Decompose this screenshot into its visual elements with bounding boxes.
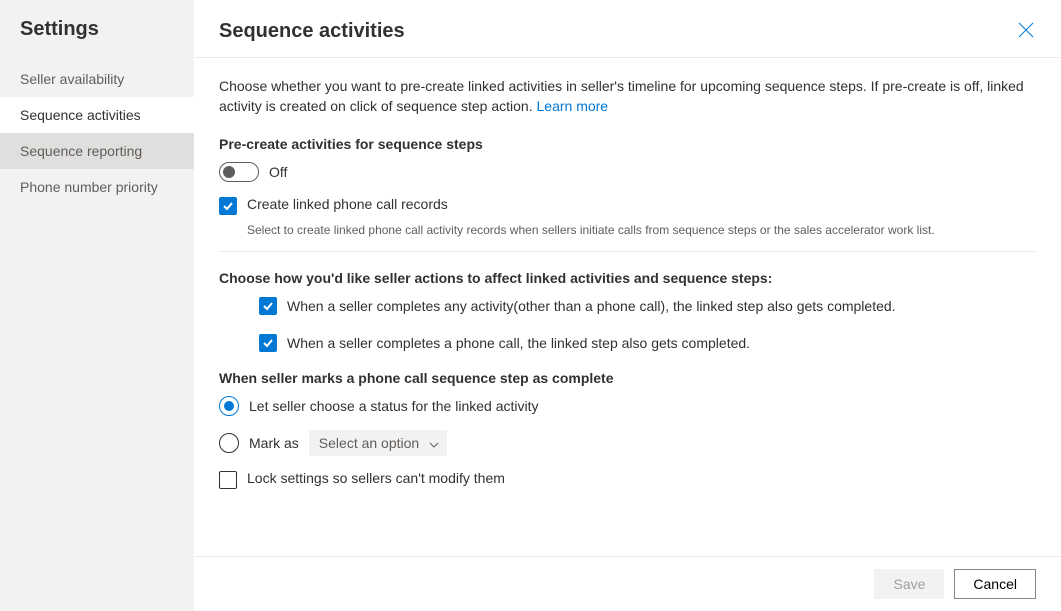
precreate-title: Pre-create activities for sequence steps xyxy=(219,136,1036,152)
choose-cb1-label: When a seller completes any activity(oth… xyxy=(287,298,896,314)
mark-as-select-placeholder: Select an option xyxy=(319,435,419,451)
radio-mark-as[interactable] xyxy=(219,433,239,453)
lock-settings-row: Lock settings so sellers can't modify th… xyxy=(219,470,1036,489)
radio-dot xyxy=(224,401,234,411)
cancel-button[interactable]: Cancel xyxy=(954,569,1036,599)
precreate-toggle-row: Off xyxy=(219,162,1036,182)
save-button[interactable]: Save xyxy=(874,569,944,599)
sidebar-item-phone-number-priority[interactable]: Phone number priority xyxy=(0,169,194,205)
sidebar-item-sequence-activities[interactable]: Sequence activities xyxy=(0,97,194,133)
sidebar: Settings Seller availability Sequence ac… xyxy=(0,0,194,611)
intro-body: Choose whether you want to pre-create li… xyxy=(219,78,1024,114)
chevron-down-icon xyxy=(429,435,439,451)
footer: Save Cancel xyxy=(194,556,1061,611)
sidebar-item-seller-availability[interactable]: Seller availability xyxy=(0,61,194,97)
choose-cb2-label: When a seller completes a phone call, th… xyxy=(287,335,750,351)
radio-let-seller-row: Let seller choose a status for the linke… xyxy=(219,396,1036,416)
sidebar-item-sequence-reporting[interactable]: Sequence reporting xyxy=(0,133,194,169)
close-icon[interactable] xyxy=(1016,20,1036,40)
phonecall-title: When seller marks a phone call sequence … xyxy=(219,370,1036,386)
divider xyxy=(219,251,1036,252)
toggle-knob xyxy=(223,166,235,178)
main-panel: Sequence activities Choose whether you w… xyxy=(194,0,1061,611)
create-phone-records-row: Create linked phone call records xyxy=(219,196,1036,215)
precreate-toggle[interactable] xyxy=(219,162,259,182)
radio-let-seller-label: Let seller choose a status for the linke… xyxy=(249,398,538,414)
radio-mark-as-row: Mark as Select an option xyxy=(219,430,1036,456)
radio-mark-as-label: Mark as xyxy=(249,435,299,451)
learn-more-link[interactable]: Learn more xyxy=(537,98,609,114)
content: Choose whether you want to pre-create li… xyxy=(194,58,1061,556)
precreate-toggle-label: Off xyxy=(269,164,287,180)
header: Sequence activities xyxy=(194,0,1061,58)
choose-cb1-checkbox[interactable] xyxy=(259,297,277,315)
create-phone-records-sub: Select to create linked phone call activ… xyxy=(247,223,1036,237)
choose-title: Choose how you'd like seller actions to … xyxy=(219,270,1036,286)
intro-text: Choose whether you want to pre-create li… xyxy=(219,76,1036,116)
lock-settings-label: Lock settings so sellers can't modify th… xyxy=(247,470,505,486)
choose-cb1-row: When a seller completes any activity(oth… xyxy=(259,296,1036,315)
page-title: Sequence activities xyxy=(219,20,405,43)
radio-let-seller[interactable] xyxy=(219,396,239,416)
lock-settings-checkbox[interactable] xyxy=(219,471,237,489)
choose-cb2-row: When a seller completes a phone call, th… xyxy=(259,333,1036,352)
create-phone-records-label: Create linked phone call records xyxy=(247,196,448,212)
choose-cb2-checkbox[interactable] xyxy=(259,334,277,352)
mark-as-select[interactable]: Select an option xyxy=(309,430,447,456)
create-phone-records-checkbox[interactable] xyxy=(219,197,237,215)
sidebar-title: Settings xyxy=(0,18,194,61)
